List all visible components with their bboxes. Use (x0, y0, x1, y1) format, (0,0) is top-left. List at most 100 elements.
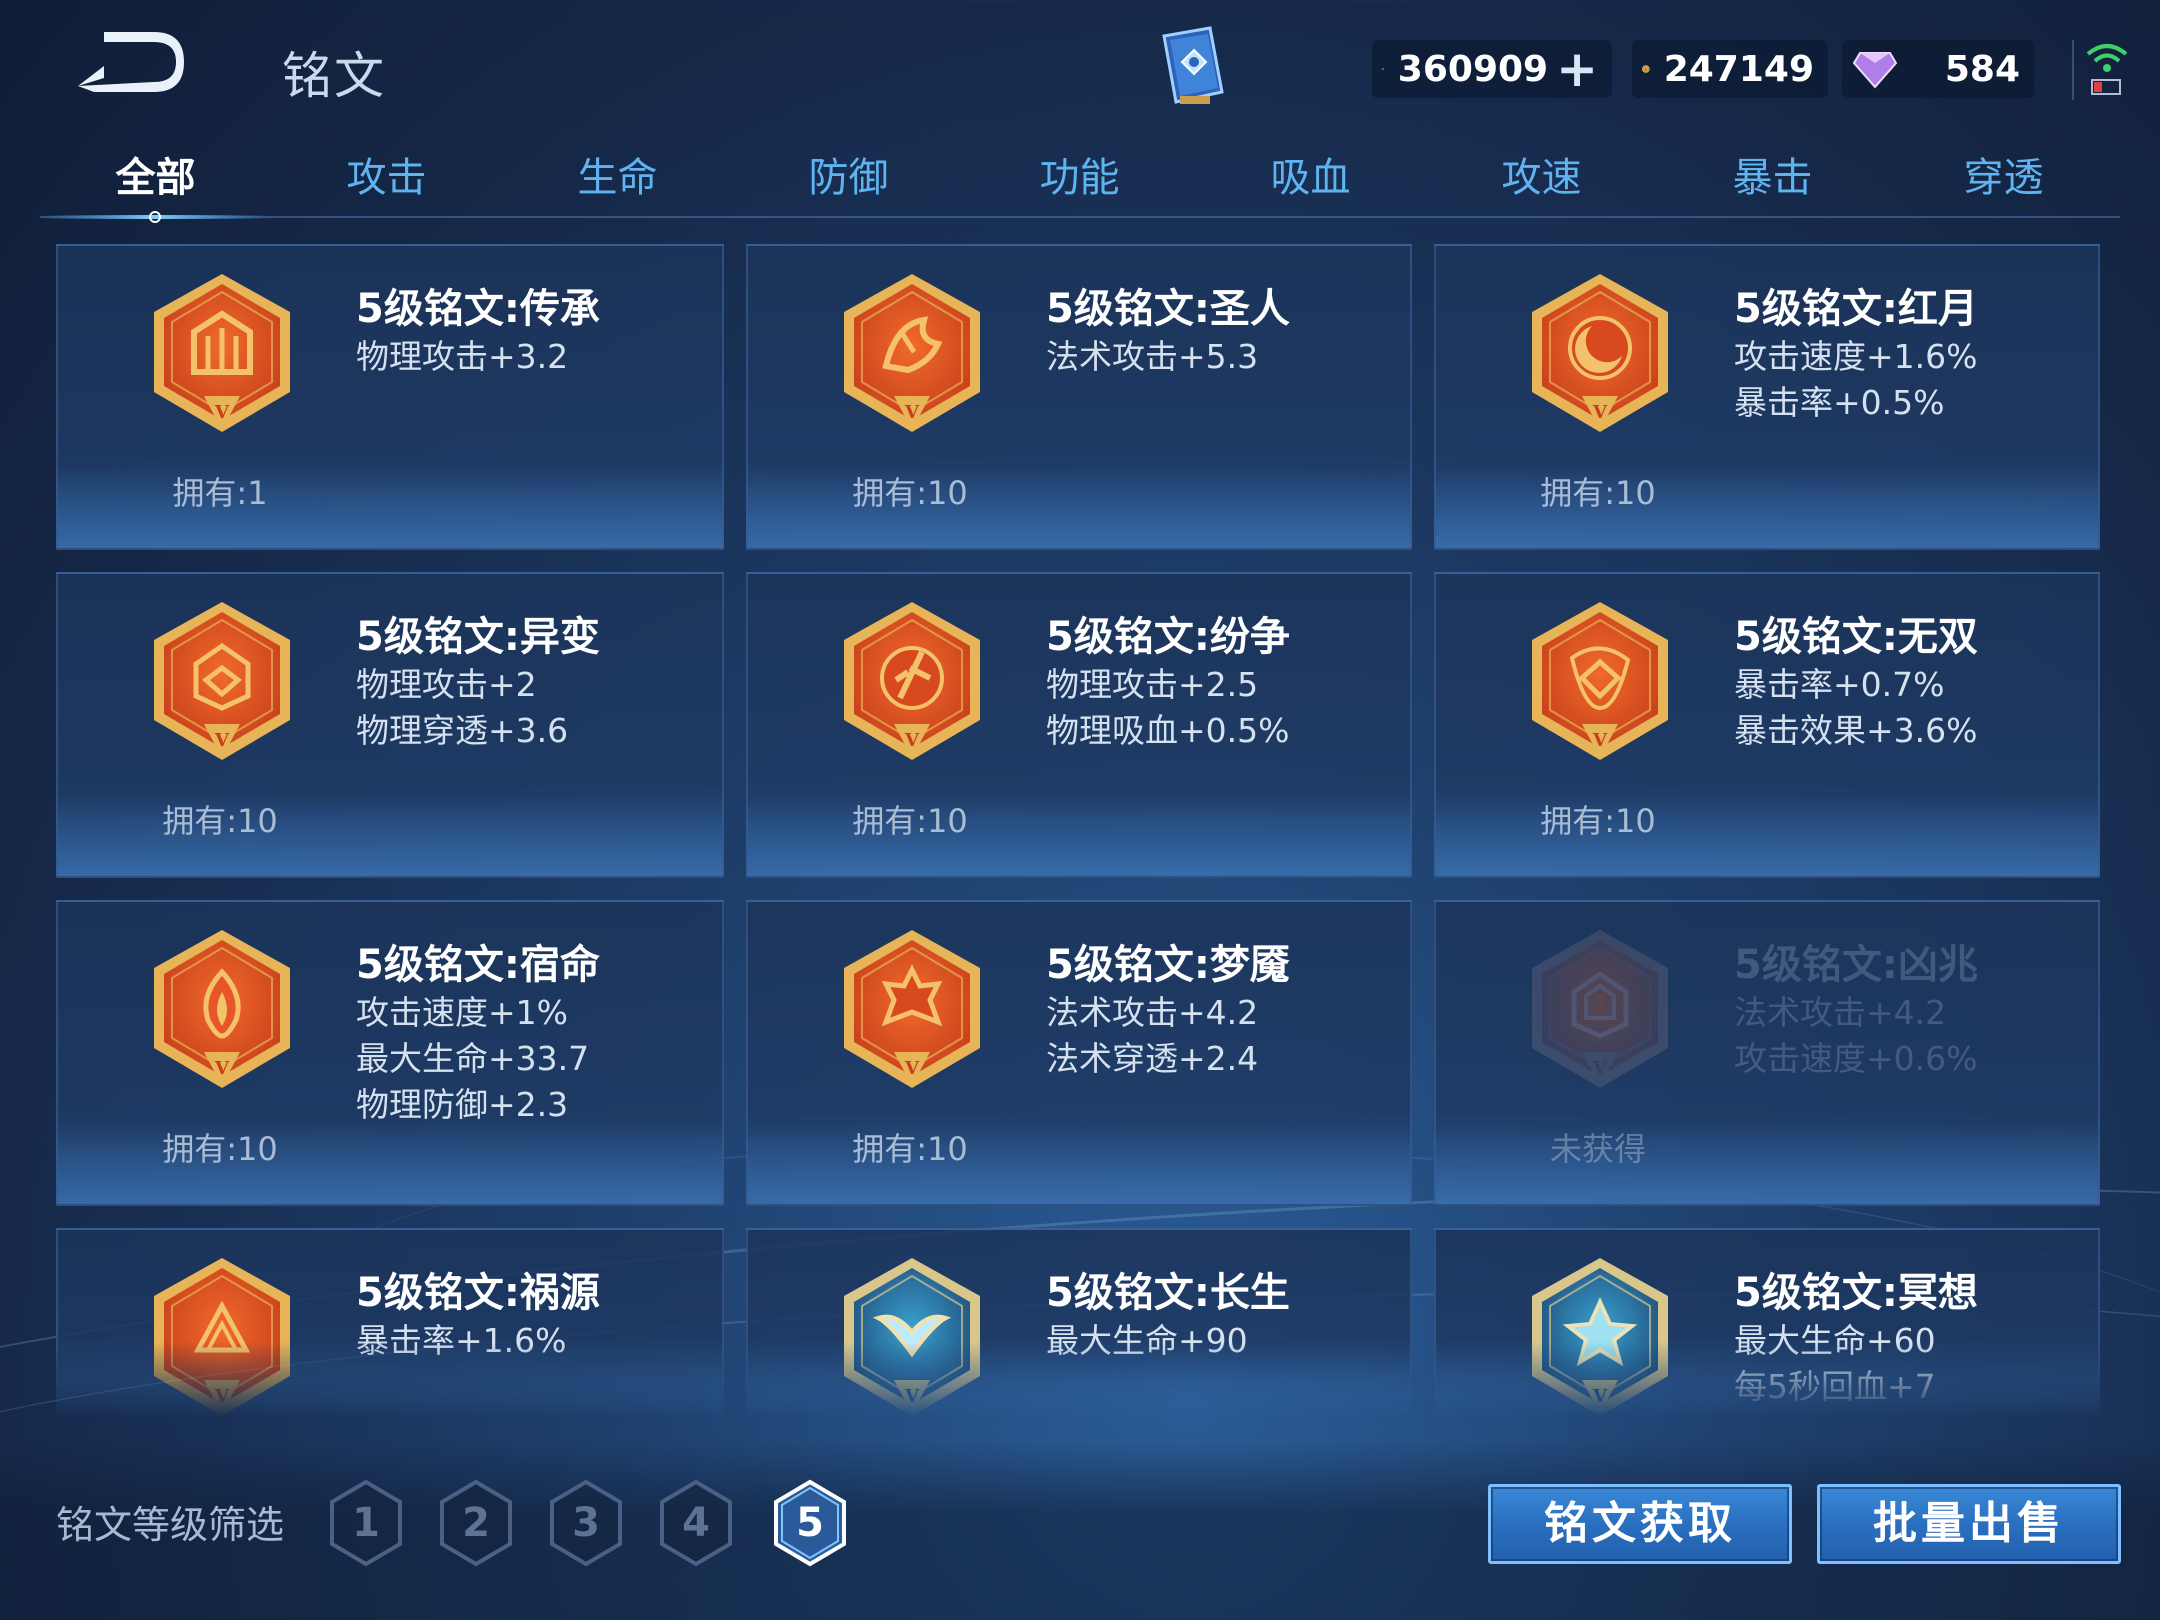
rune-discord-icon: V (844, 602, 980, 760)
rune-card[interactable]: V 5级铭文:凶兆 法术攻击+4.2 攻击速度+0.6% 未获得 (1434, 900, 2100, 1206)
rune-book-icon[interactable] (1150, 22, 1234, 112)
gold-coin-icon: S (1642, 65, 1650, 73)
rune-stat: 最大生命+90 (1046, 1321, 1248, 1360)
tab-utility[interactable]: 功能 (964, 148, 1195, 222)
rune-stat: 暴击效果+3.6% (1734, 711, 1978, 750)
rune-name: 5级铭文:红月 (1734, 286, 1978, 332)
purple-diamond-icon (1852, 52, 1898, 89)
rune-name: 5级铭文:祸源 (356, 1270, 600, 1316)
rune-owned-count: 拥有:10 (162, 802, 278, 840)
tab-lifesteal[interactable]: 吸血 (1195, 148, 1426, 222)
level-number: 2 (462, 1500, 490, 1546)
rune-name: 5级铭文:冥想 (1734, 1270, 1978, 1316)
rune-name: 5级铭文:梦魇 (1046, 942, 1290, 988)
blue-gem-icon (1382, 68, 1384, 70)
rune-stats: 攻击速度+1.6% 暴击率+0.5% (1734, 334, 1978, 426)
rune-card[interactable]: V 5级铭文:梦魇 法术攻击+4.2 法术穿透+2.4 拥有:10 (746, 900, 1412, 1206)
level-number: 3 (572, 1500, 600, 1546)
svg-text:V: V (1592, 402, 1608, 423)
level-filter-3[interactable]: 3 (546, 1478, 626, 1568)
tab-attack[interactable]: 攻击 (271, 148, 502, 222)
rune-stat: 最大生命+33.7 (356, 1039, 590, 1078)
rune-stats: 最大生命+90 (1046, 1318, 1248, 1364)
rune-owned-count: 拥有:1 (172, 474, 268, 512)
rune-longevity-icon: V (844, 1258, 980, 1416)
tab-attack-speed[interactable]: 攻速 (1426, 148, 1657, 222)
rune-name: 5级铭文:宿命 (356, 942, 600, 988)
svg-text:V: V (214, 1058, 230, 1079)
rune-stat: 法术攻击+4.2 (1734, 993, 1947, 1032)
level-filter-1[interactable]: 1 (326, 1478, 406, 1568)
rune-stat: 物理攻击+2 (356, 665, 537, 704)
rune-owned-count: 拥有:10 (852, 474, 968, 512)
rune-card[interactable]: V 5级铭文:红月攻击速度+1.6% 暴击率+0.5% 拥有:10 (1434, 244, 2100, 550)
svg-text:V: V (1592, 1386, 1608, 1407)
level-number: 5 (796, 1500, 824, 1546)
rune-name: 5级铭文:凶兆 (1734, 942, 1978, 988)
rune-nightmare-icon: V (844, 930, 980, 1088)
svg-text:V: V (214, 402, 230, 423)
page-title: 铭文 (282, 47, 386, 105)
level-filter-4[interactable]: 4 (656, 1478, 736, 1568)
rune-owned-count: 未获得 (1549, 1130, 1646, 1168)
rune-stat: 物理攻击+3.2 (356, 337, 569, 376)
rune-stats: 攻击速度+1% 最大生命+33.7 物理防御+2.3 (356, 990, 589, 1128)
rune-stat: 物理吸血+0.5% (1046, 711, 1290, 750)
rune-name: 5级铭文:无双 (1734, 614, 1978, 660)
header-divider (2072, 40, 2074, 100)
rune-owned-count: 拥有:10 (852, 1130, 968, 1168)
rune-stat: 物理攻击+2.5 (1046, 665, 1259, 704)
tab-penetration[interactable]: 穿透 (1888, 148, 2119, 222)
tab-health[interactable]: 生命 (502, 148, 733, 222)
rune-calamity-icon: V (154, 1258, 290, 1416)
rune-stat: 最大生命+60 (1734, 1321, 1936, 1360)
rune-card[interactable]: V 5级铭文:无双暴击率+0.7% 暴击效果+3.6% 拥有:10 (1434, 572, 2100, 878)
level-filter-2[interactable]: 2 (436, 1478, 516, 1568)
category-tabs: 全部 攻击 生命 防御 功能 吸血 攻速 暴击 穿透 (40, 148, 2120, 222)
rune-card[interactable]: V 5级铭文:圣人 法术攻击+5.3 拥有:10 (746, 244, 1412, 550)
rune-card[interactable]: V 5级铭文:祸源 暴击率+1.6% (56, 1228, 724, 1418)
diamond-currency: 584 (1842, 40, 2034, 98)
rune-peerless-icon: V (1532, 602, 1668, 760)
svg-text:V: V (1592, 1058, 1608, 1079)
rune-stat: 法术穿透+2.4 (1046, 1039, 1259, 1078)
rune-stat: 法术攻击+5.3 (1046, 337, 1259, 376)
bulk-sell-button[interactable]: 批量出售 (1817, 1484, 2121, 1564)
rune-owned-count: 拥有:10 (1540, 802, 1656, 840)
rune-card[interactable]: V 5级铭文:长生 最大生命+90 (746, 1228, 1412, 1418)
back-arrow-icon[interactable] (64, 30, 184, 100)
rune-stat: 攻击速度+1.6% (1734, 337, 1978, 376)
level-filter-label: 铭文等级筛选 (56, 1503, 285, 1547)
level-filter-5[interactable]: 5 (770, 1478, 850, 1568)
svg-text:V: V (214, 1386, 230, 1407)
rune-stat: 物理防御+2.3 (356, 1085, 569, 1124)
svg-text:V: V (904, 1058, 920, 1079)
rune-owned-count: 拥有:10 (852, 802, 968, 840)
add-gem-button[interactable]: + (1556, 40, 1598, 98)
rune-owned-count: 拥有:10 (1540, 474, 1656, 512)
wifi-signal-icon (2086, 44, 2128, 95)
rune-stats: 物理攻击+3.2 (356, 334, 568, 380)
svg-text:V: V (904, 402, 920, 423)
rune-stats: 物理攻击+2.5 物理吸血+0.5% (1046, 662, 1290, 754)
rune-card[interactable]: V 5级铭文:纷争物理攻击+2.5 物理吸血+0.5% 拥有:10 (746, 572, 1412, 878)
rune-stats: 暴击率+0.7% 暴击效果+3.6% (1734, 662, 1978, 754)
rune-stat: 每5秒回血+7 (1734, 1367, 1936, 1406)
acquire-runes-button[interactable]: 铭文获取 (1488, 1484, 1792, 1564)
rune-card[interactable]: V 5级铭文:异变 物理攻击+2 物理穿透+3.6 拥有:10 (56, 572, 724, 878)
rune-red-moon-icon: V (1532, 274, 1668, 432)
rune-card[interactable]: V 5级铭文:冥想最大生命+60 每5秒回血+7 (1434, 1228, 2100, 1418)
rune-sage-icon: V (844, 274, 980, 432)
rune-stat: 攻击速度+1% (356, 993, 569, 1032)
rune-name: 5级铭文:纷争 (1046, 614, 1290, 660)
svg-text:V: V (904, 1386, 920, 1407)
tab-critical[interactable]: 暴击 (1657, 148, 1888, 222)
tab-defense[interactable]: 防御 (733, 148, 964, 222)
rune-stat: 暴击率+0.7% (1734, 665, 1945, 704)
rune-card[interactable]: V 5级铭文:宿命 攻击速度+1% 最大生命+33.7 物理防御+2.3 拥有:10 (56, 900, 724, 1206)
rune-stats: 法术攻击+4.2 攻击速度+0.6% (1734, 990, 1978, 1082)
gem-currency: 360909 + (1372, 40, 1612, 98)
rune-stat: 暴击率+0.5% (1734, 383, 1945, 422)
rune-card[interactable]: V 5级铭文:传承 物理攻击+3.2 拥有:1 (56, 244, 724, 550)
svg-text:V: V (214, 730, 230, 751)
